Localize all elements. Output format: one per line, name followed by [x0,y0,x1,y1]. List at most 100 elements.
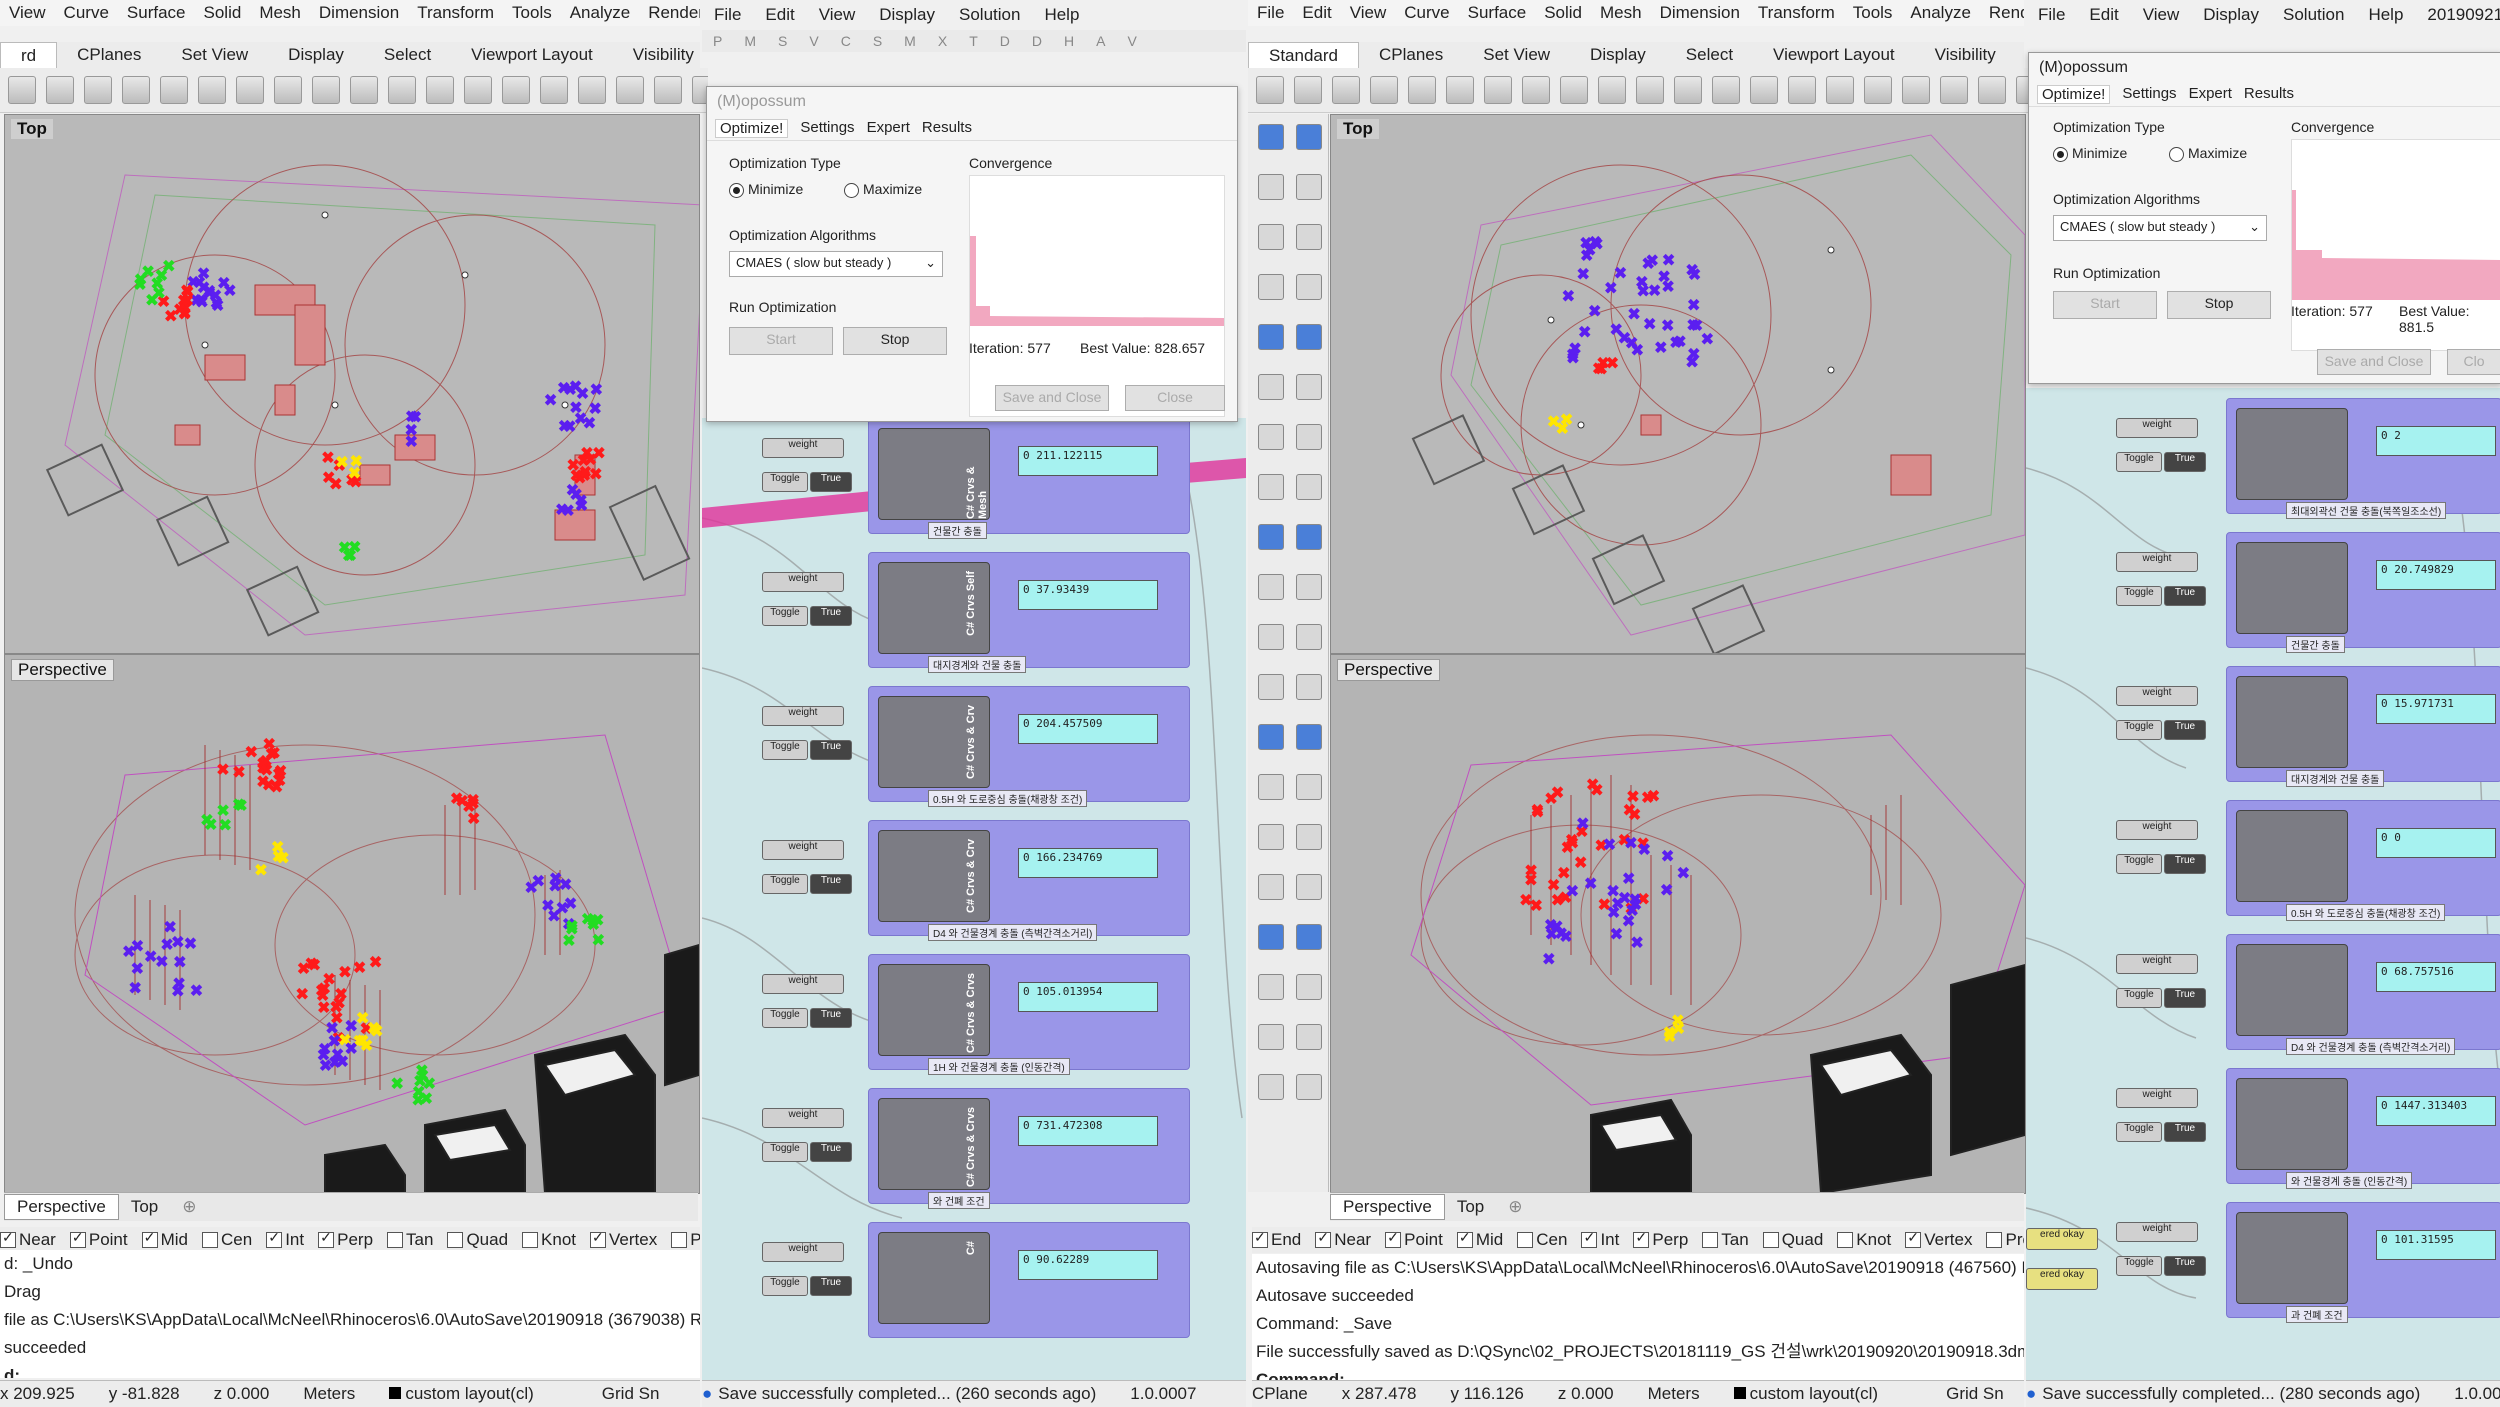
right-persp-viewport[interactable]: ✖ ✖ ✖ ✖ ✖ ✖ ✖ ✖ ✖ ✖ ✖ ✖ ✖ ✖ ✖ ✖ ✖ ✖ ✖ ✖ ✖ ✖ ✖ ✖ ✖ ✖ ✖ ✖ ✖ ✖ ✖ ✖ ✖ ✖ ✖ ✖ ✖ ✖ ✖ ✖… [1330,654,2026,1194]
gh-script-component[interactable]: C# Crvs & Mesh [878,428,990,520]
toolbar-button-icon[interactable] [502,76,530,104]
checkbox-icon[interactable] [1702,1232,1719,1248]
sidebar-tool-icon[interactable] [1258,274,1284,300]
sidebar-tool-icon[interactable] [1296,224,1322,250]
gh-script-component[interactable] [2236,1078,2348,1170]
gh-value-panel[interactable]: 0 20.749829 [2376,560,2496,590]
toolbar-button-icon[interactable] [312,76,340,104]
toggle-label[interactable]: Toggle [2116,1256,2162,1276]
gh-value-panel[interactable]: 0 2 [2376,426,2496,456]
gh-script-component[interactable]: C# Crvs Self [878,562,990,654]
sidebar-tool-icon[interactable] [1296,974,1322,1000]
toggle-label[interactable]: Toggle [762,1142,808,1162]
left-layer[interactable]: custom layout(cl) [389,1384,567,1404]
right-layer[interactable]: custom layout(cl) [1733,1384,1912,1404]
gh-menu-item-help[interactable]: Help [1032,5,1091,25]
right-grid-snap[interactable]: Grid Sn [1946,1384,2004,1404]
sidebar-tool-icon[interactable] [1296,174,1322,200]
toolbar-button-icon[interactable] [1712,76,1740,104]
sidebar-tool-icon[interactable] [1296,474,1322,500]
checkbox-icon[interactable] [0,1229,16,1248]
right-persp-viewport-label[interactable]: Perspective [1337,659,1440,681]
toggle-label[interactable]: Toggle [2116,586,2162,606]
osnap-near[interactable]: Near [0,1229,56,1250]
algo-select[interactable]: CMAES ( slow but steady ) ⌄ [729,251,943,277]
toggle-label[interactable]: Toggle [762,472,808,492]
gh-menu-item-edit[interactable]: Edit [2077,5,2130,25]
weight-slider[interactable]: weight [762,706,844,726]
save-close-button[interactable]: Save and Close [2317,349,2431,375]
sidebar-tool-icon[interactable] [1258,224,1284,250]
osnap-quad[interactable]: Quad [447,1230,508,1250]
checkbox-icon[interactable] [387,1232,404,1248]
weight-slider[interactable]: weight [762,572,844,592]
menu-item-view[interactable]: View [1341,3,1396,23]
toggle-value[interactable]: True [810,1142,852,1162]
toggle-value[interactable]: True [2164,452,2206,472]
osnap-point[interactable]: Point [1385,1229,1443,1250]
tab-optimize[interactable]: Optimize! [2037,85,2111,104]
toolbar-tab-display[interactable]: Display [1570,42,1666,68]
toolbar-button-icon[interactable] [1750,76,1778,104]
right-top-viewport-label[interactable]: Top [1337,119,1379,139]
gh-tab-t[interactable]: T [958,33,989,49]
menu-item-transform[interactable]: Transform [408,3,503,23]
gh-menu-item-view[interactable]: View [2131,5,2192,25]
gh-tab-m[interactable]: M [893,33,927,49]
sidebar-tool-icon[interactable] [1258,724,1284,750]
gh-script-component[interactable] [2236,944,2348,1036]
checkbox-icon[interactable] [447,1232,464,1248]
toggle-value[interactable]: True [2164,1122,2206,1142]
gh-menu-item-display[interactable]: Display [867,5,947,25]
checkbox-icon[interactable] [141,1229,158,1248]
toolbar-button-icon[interactable] [540,76,568,104]
gh-script-component[interactable]: C# [878,1232,990,1324]
checkbox-icon[interactable] [1986,1232,2003,1248]
osnap-tan[interactable]: Tan [387,1230,433,1250]
osnap-point[interactable]: Point [69,1229,128,1250]
gh-tab-h[interactable]: H [1053,33,1085,49]
osnap-proje[interactable]: Proje [1986,1230,2024,1250]
sidebar-tool-icon[interactable] [1258,374,1284,400]
toggle-value[interactable]: True [810,1276,852,1296]
tab-expert[interactable]: Expert [2189,85,2232,104]
menu-item-tools[interactable]: Tools [1844,3,1902,23]
gh-tab-s[interactable]: S [767,33,798,49]
checkbox-icon[interactable] [1837,1232,1854,1248]
checkbox-icon[interactable] [1315,1229,1332,1248]
gh-tab-d[interactable]: D [1021,33,1053,49]
menu-item-surface[interactable]: Surface [1459,3,1536,23]
sidebar-tool-icon[interactable] [1258,524,1284,550]
weight-slider[interactable]: weight [2116,820,2198,840]
toolbar-tab-viewport-layout[interactable]: Viewport Layout [451,42,613,68]
checkbox-icon[interactable] [1905,1229,1922,1248]
osnap-perp[interactable]: Perp [318,1229,373,1250]
toolbar-tab-cplanes[interactable]: CPlanes [57,42,161,68]
gh-menu-item-20190921-gen[interactable]: 20190921-gen [2415,5,2500,25]
algo-select[interactable]: CMAES ( slow but steady ) ⌄ [2053,215,2267,241]
tab-results[interactable]: Results [2244,85,2294,104]
sidebar-tool-icon[interactable] [1296,674,1322,700]
minimize-radio[interactable]: Minimize [729,181,803,198]
weight-slider[interactable]: weight [2116,1222,2198,1242]
checkbox-icon[interactable] [1252,1229,1268,1248]
gh-tab-s[interactable]: S [862,33,893,49]
left-grid-snap[interactable]: Grid Sn [602,1384,660,1404]
close-button[interactable]: Clo [2447,349,2500,375]
menu-item-transform[interactable]: Transform [1749,3,1844,23]
weight-slider[interactable]: weight [2116,954,2198,974]
osnap-near[interactable]: Near [1315,1229,1371,1250]
osnap-mid[interactable]: Mid [1456,1229,1503,1250]
weight-slider[interactable]: weight [762,438,844,458]
osnap-cen[interactable]: Cen [202,1230,252,1250]
checkbox-icon[interactable] [1517,1232,1534,1248]
osnap-quad[interactable]: Quad [1762,1230,1823,1250]
toolbar-button-icon[interactable] [578,76,606,104]
gh-script-component[interactable] [2236,810,2348,902]
weight-slider[interactable]: weight [2116,418,2198,438]
sidebar-tool-icon[interactable] [1258,1074,1284,1100]
checkbox-icon[interactable] [590,1229,607,1248]
sidebar-tool-icon[interactable] [1258,1024,1284,1050]
osnap-int[interactable]: Int [266,1229,304,1250]
menu-item-render[interactable]: Render [1980,3,2024,23]
